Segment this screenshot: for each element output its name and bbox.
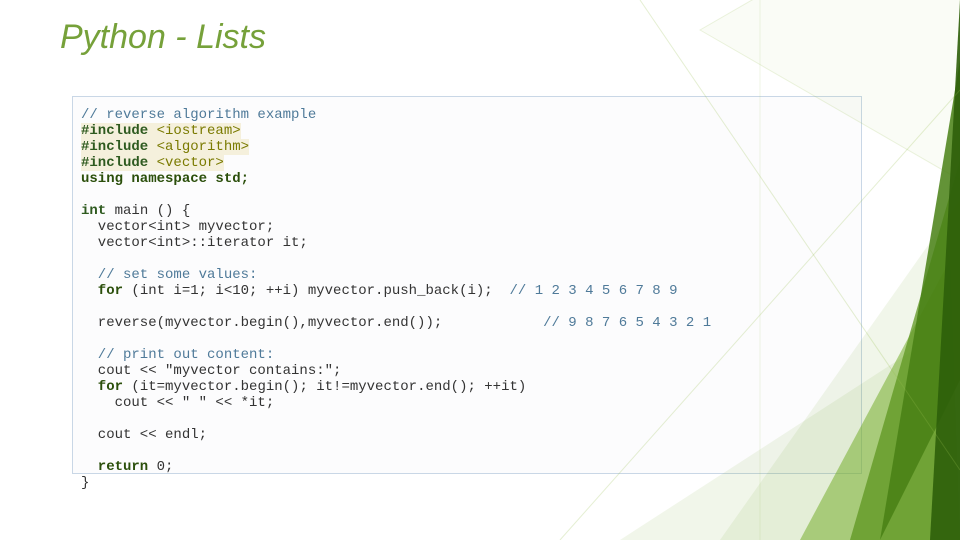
code-comment: // reverse algorithm example [81, 107, 316, 123]
code-blank [81, 299, 89, 315]
code-line: cout << endl; [81, 427, 207, 443]
code-blank [81, 411, 89, 427]
code-preproc: #include [81, 155, 148, 171]
code-blank [81, 331, 89, 347]
code-include-file: <algorithm> [148, 139, 249, 155]
code-comment: // 9 8 7 6 5 4 3 2 1 [543, 315, 711, 331]
code-include-file: <vector> [148, 155, 224, 171]
code-line: } [81, 475, 89, 491]
code-line: vector<int> myvector; [81, 219, 274, 235]
code-keyword: return [81, 459, 148, 475]
code-comment: // 1 2 3 4 5 6 7 8 9 [509, 283, 677, 299]
code-line: vector<int>::iterator it; [81, 235, 308, 251]
code-keyword: for [81, 283, 123, 299]
code-comment: // print out content: [81, 347, 274, 363]
code-blank [81, 187, 89, 203]
slide: Python - Lists // reverse algorithm exam… [0, 0, 960, 540]
code-line: 0; [148, 459, 173, 475]
code-line: reverse(myvector.begin(),myvector.end())… [81, 315, 442, 331]
code-type: int [81, 203, 106, 219]
code-line: main () { [106, 203, 190, 219]
code-preproc: #include [81, 123, 148, 139]
code-blank [81, 443, 89, 459]
code-line: (int i=1; i<10; ++i) myvector.push_back(… [123, 283, 509, 299]
code-line: cout << " " << *it; [81, 395, 274, 411]
code-comment: // set some values: [81, 267, 257, 283]
code-line: using namespace std; [81, 171, 249, 187]
code-keyword: for [81, 379, 123, 395]
code-blank [81, 251, 89, 267]
code-include-file: <iostream> [148, 123, 240, 139]
code-line [442, 315, 543, 331]
code-box: // reverse algorithm example #include <i… [72, 96, 862, 474]
code-line: cout << "myvector contains:"; [81, 363, 341, 379]
code-preproc: #include [81, 139, 148, 155]
slide-title: Python - Lists [60, 18, 266, 57]
code-block: // reverse algorithm example #include <i… [81, 107, 855, 491]
code-line: (it=myvector.begin(); it!=myvector.end()… [123, 379, 526, 395]
